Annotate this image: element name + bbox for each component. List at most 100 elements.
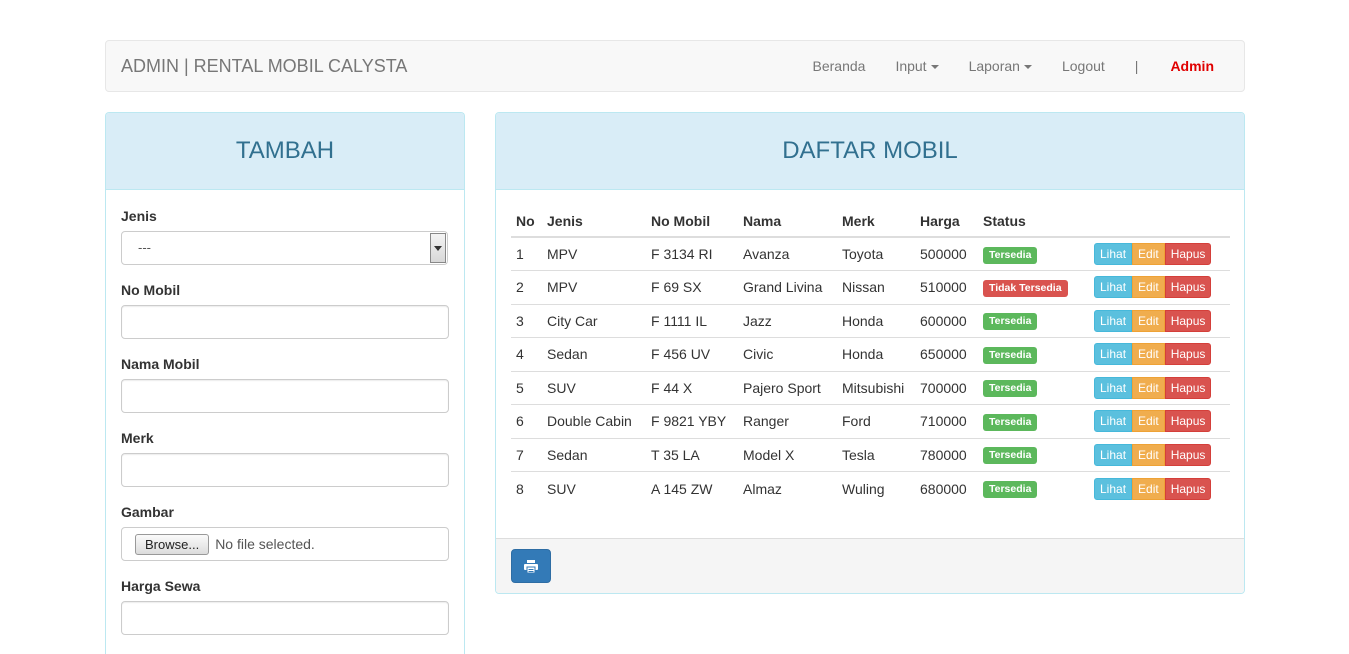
status-badge: Tidak Tersedia xyxy=(983,279,1068,297)
action-button-group: Lihat Edit Hapus xyxy=(1094,243,1212,265)
cell-actions: Lihat Edit Hapus xyxy=(1089,237,1230,271)
cell-status: Tidak Tersedia xyxy=(978,270,1089,304)
harga-sewa-input[interactable] xyxy=(121,601,449,635)
delete-button[interactable]: Hapus xyxy=(1164,376,1212,399)
cell-nama: Civic xyxy=(738,337,837,371)
nav-label: Beranda xyxy=(812,58,866,74)
edit-button[interactable]: Edit xyxy=(1132,276,1165,299)
nav-item-logout[interactable]: Logout xyxy=(1047,41,1120,91)
cell-actions: Lihat Edit Hapus xyxy=(1089,337,1230,371)
delete-button[interactable]: Hapus xyxy=(1164,410,1212,433)
nav-item-input[interactable]: Input xyxy=(880,41,953,91)
cell-harga: 510000 xyxy=(915,270,978,304)
table-row: 6 Double Cabin F 9821 YBY Ranger Ford 710000 T… xyxy=(511,404,1230,438)
view-button[interactable]: Lihat xyxy=(1094,309,1133,332)
car-table-wrap: No Jenis No Mobil Nama Merk Harga Status… xyxy=(496,190,1244,538)
cell-jenis: MPV xyxy=(547,246,578,262)
view-button[interactable]: Lihat xyxy=(1094,477,1133,500)
view-button[interactable]: Lihat xyxy=(1094,243,1133,265)
cell-actions: Lihat Edit Hapus xyxy=(1089,404,1230,438)
delete-button[interactable]: Hapus xyxy=(1164,343,1212,366)
edit-button[interactable]: Edit xyxy=(1132,376,1165,399)
view-button[interactable]: Lihat xyxy=(1094,410,1133,433)
cell-status: Tersedia xyxy=(978,437,1089,472)
status-badge: Tersedia xyxy=(983,447,1038,465)
edit-button[interactable]: Edit xyxy=(1132,477,1165,500)
delete-button[interactable]: Hapus xyxy=(1164,276,1212,299)
cell-nama: Ranger xyxy=(738,404,837,438)
action-button-group: Lihat Edit Hapus xyxy=(1094,343,1212,366)
view-button[interactable]: Lihat xyxy=(1094,376,1133,399)
cell-no-mobil: F 9821 YBY xyxy=(646,404,738,438)
col-status: Status xyxy=(978,205,1089,238)
view-button[interactable]: Lihat xyxy=(1094,276,1133,299)
cell-nama: Jazz xyxy=(738,303,837,338)
nav-user-admin[interactable]: Admin xyxy=(1153,43,1244,89)
form-group-jenis: Jenis --- xyxy=(121,206,449,280)
delete-button[interactable]: Hapus xyxy=(1164,477,1212,500)
cell-status: Tersedia xyxy=(978,337,1089,371)
edit-button[interactable]: Edit xyxy=(1132,343,1165,366)
nav-label: Input xyxy=(895,58,927,74)
print-button[interactable] xyxy=(511,549,551,583)
cell-status: Tersedia xyxy=(978,237,1089,271)
nama-mobil-input[interactable] xyxy=(121,379,449,413)
nav-item-laporan[interactable]: Laporan xyxy=(954,41,1047,91)
merk-input[interactable] xyxy=(121,453,449,487)
gambar-label: Gambar xyxy=(121,504,174,520)
gambar-file-input[interactable]: Browse... No file selected. xyxy=(121,527,449,561)
action-button-group: Lihat Edit Hapus xyxy=(1094,276,1212,299)
form-group-harga-sewa: Harga Sewa xyxy=(121,576,449,650)
cell-jenis: Double Cabin xyxy=(542,404,646,438)
no-mobil-input[interactable] xyxy=(121,305,449,339)
nav-separator: | xyxy=(1134,58,1139,74)
car-list-panel: DAFTAR MOBIL No Jenis No Mobil Nama Merk… xyxy=(495,112,1245,594)
caret-down-icon xyxy=(930,65,939,70)
cell-status: Tersedia xyxy=(978,303,1089,338)
jenis-select[interactable]: --- xyxy=(121,231,448,265)
delete-button[interactable]: Hapus xyxy=(1164,309,1212,332)
edit-button[interactable]: Edit xyxy=(1132,309,1165,332)
select-arrow-icon[interactable] xyxy=(430,233,446,263)
cell-actions: Lihat Edit Hapus xyxy=(1089,471,1230,505)
cell-merk: Honda xyxy=(837,337,915,371)
delete-button[interactable]: Hapus xyxy=(1164,443,1212,466)
view-button[interactable]: Lihat xyxy=(1094,443,1133,466)
cell-status: Tersedia xyxy=(978,370,1089,405)
brand-title[interactable]: ADMIN | RENTAL MOBIL CALYSTA xyxy=(121,56,407,76)
edit-button[interactable]: Edit xyxy=(1132,410,1165,433)
cell-merk: Toyota xyxy=(842,246,884,262)
browse-button[interactable]: Browse... xyxy=(135,533,210,555)
add-panel-heading: TAMBAH xyxy=(106,113,464,190)
cell-harga: 780000 xyxy=(915,437,978,472)
navbar: ADMIN | RENTAL MOBIL CALYSTA Beranda Inp… xyxy=(105,40,1245,92)
col-nama: Nama xyxy=(738,205,837,238)
cell-no-mobil: F 44 X xyxy=(646,370,738,405)
col-jenis: Jenis xyxy=(542,205,646,238)
cell-no: 6 xyxy=(511,404,542,438)
col-harga: Harga xyxy=(915,205,978,238)
cell-merk: Honda xyxy=(837,303,915,338)
jenis-label: Jenis xyxy=(121,208,157,224)
nama-mobil-label: Nama Mobil xyxy=(121,356,200,372)
cell-harga: 700000 xyxy=(915,370,978,405)
cell-nama: Model X xyxy=(738,437,837,472)
nav-item-beranda[interactable]: Beranda xyxy=(798,41,881,91)
edit-button[interactable]: Edit xyxy=(1132,243,1165,265)
view-button[interactable]: Lihat xyxy=(1094,343,1133,366)
cell-jenis: MPV xyxy=(542,270,646,304)
cell-jenis: City Car xyxy=(542,303,646,338)
edit-button[interactable]: Edit xyxy=(1132,443,1165,466)
cell-status: Tersedia xyxy=(978,471,1089,505)
table-header-row: No Jenis No Mobil Nama Merk Harga Status xyxy=(511,205,1230,238)
cell-merk: Nissan xyxy=(837,270,915,304)
car-list-footer xyxy=(496,538,1244,593)
table-row: 1 MPV F 3134 RI Avanza Toyota 500000 Tersedia L… xyxy=(511,237,1230,271)
add-panel: TAMBAH Jenis --- No Mobil Nama Mobil Mer… xyxy=(105,112,465,654)
merk-label: Merk xyxy=(121,430,154,446)
cell-merk: Mitsubishi xyxy=(837,370,915,405)
cell-jenis: SUV xyxy=(542,370,646,405)
cell-harga: 650000 xyxy=(915,337,978,371)
delete-button[interactable]: Hapus xyxy=(1164,243,1212,265)
status-badge: Tersedia xyxy=(983,413,1038,431)
